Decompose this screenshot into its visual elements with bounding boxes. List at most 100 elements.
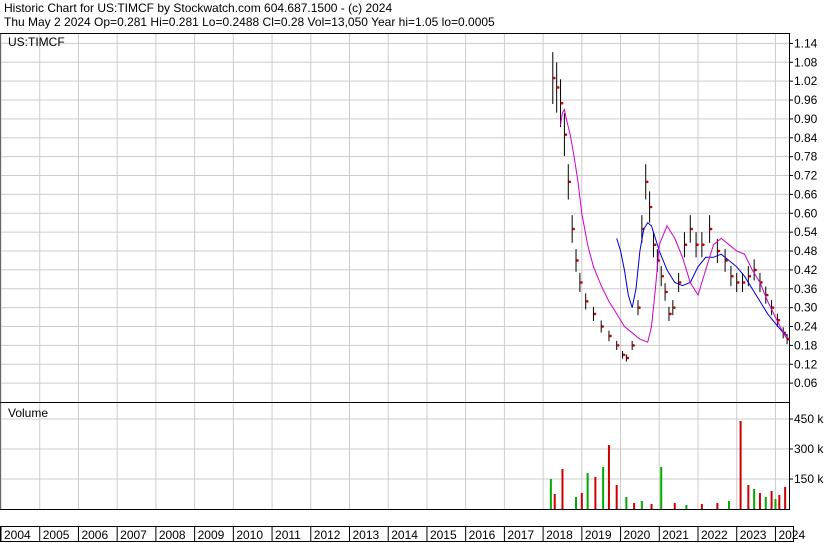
volume-bar — [580, 493, 583, 509]
price-close-dot — [731, 274, 734, 278]
volume-tick-label: 300 k — [794, 442, 824, 456]
volume-bar — [615, 485, 618, 509]
price-close-dot — [771, 306, 775, 309]
price-tick-label: 0.72 — [794, 169, 818, 183]
volume-bar — [561, 469, 564, 509]
price-close-dot — [661, 274, 665, 278]
price-close-dot — [702, 243, 705, 247]
volume-bar — [758, 493, 761, 509]
price-close-dot — [572, 227, 575, 231]
volume-bar — [778, 495, 781, 509]
x-tick-label: 2005 — [43, 528, 70, 542]
price-close-dot — [576, 259, 579, 262]
x-tick-label: 2007 — [120, 528, 147, 542]
price-tick-label: 0.30 — [794, 301, 818, 315]
x-tick-label: 2021 — [662, 528, 689, 542]
price-close-dot — [622, 353, 626, 357]
volume-bar — [700, 504, 703, 509]
price-tick-label: 0.06 — [794, 376, 818, 390]
price-close-dot — [568, 180, 572, 184]
price-close-dot — [669, 312, 672, 316]
volume-bar — [625, 497, 628, 509]
volume-bar — [774, 499, 777, 509]
price-close-dot — [552, 76, 556, 80]
price-close-dot — [638, 306, 641, 309]
x-tick-label: 2023 — [740, 528, 767, 542]
price-close-dot — [709, 227, 713, 231]
x-tick-label: 2022 — [701, 528, 728, 542]
x-tick-label: 2010 — [236, 528, 263, 542]
price-close-dot — [601, 325, 604, 328]
price-tick-label: 0.42 — [794, 263, 818, 277]
price-close-dot — [748, 274, 752, 278]
x-tick-label: 2012 — [314, 528, 341, 542]
price-close-dot — [665, 290, 668, 294]
price-close-dot — [632, 344, 635, 347]
volume-bar — [594, 477, 597, 509]
price-tick-label: 0.24 — [794, 320, 818, 334]
x-tick-label: 2009 — [198, 528, 225, 542]
x-axis-ticks: 2004 2005 2006 2007 2008 2009 2010 2011 2012 2013… — [0, 527, 805, 542]
price-tick-label: 0.90 — [794, 112, 818, 126]
x-tick-label: 2006 — [81, 528, 108, 542]
price-close-dot — [593, 312, 597, 316]
price-close-dot — [742, 281, 746, 284]
x-tick-label: 2020 — [624, 528, 651, 542]
price-close-dot — [684, 243, 688, 247]
price-close-dot — [653, 243, 657, 247]
volume-bar — [727, 501, 730, 509]
price-close-dot — [564, 133, 568, 136]
volume-bar — [660, 467, 663, 509]
price-close-dot — [560, 101, 564, 105]
volume-bar — [586, 473, 589, 509]
volume-bar — [747, 485, 750, 509]
price-close-dot — [609, 334, 612, 338]
price-close-dot — [765, 293, 769, 297]
price-close-dot — [754, 268, 757, 272]
price-close-dot — [585, 300, 589, 303]
x-tick-label: 2014 — [391, 528, 418, 542]
price-close-dot — [777, 318, 781, 322]
volume-bar — [673, 503, 676, 509]
price-tick-label: 1.02 — [794, 74, 818, 88]
chart-canvas: 1.14 1.08 1.02 0.96 0.90 0.84 0.78 0.72 0.66 0.60… — [0, 33, 824, 542]
volume-bar — [770, 491, 773, 509]
price-tick-label: 0.18 — [794, 338, 818, 352]
volume-bar — [553, 494, 556, 509]
volume-bar — [764, 497, 767, 509]
price-y-ticks: 1.14 1.08 1.02 0.96 0.90 0.84 0.78 0.72 0.66 0.60… — [789, 36, 818, 390]
price-tick-label: 0.54 — [794, 225, 818, 239]
price-close-dot — [736, 281, 740, 284]
volume-bar — [633, 503, 636, 509]
price-close-dot — [696, 243, 699, 247]
volume-bar — [753, 489, 756, 509]
x-tick-label: 2011 — [275, 528, 301, 542]
volume-y-ticks: 450 k 300 k 150 k — [789, 412, 824, 486]
price-close-dot — [556, 86, 560, 89]
volume-bar — [602, 467, 605, 509]
price-panel-frame — [0, 33, 790, 403]
price-close-dot — [616, 344, 620, 347]
price-close-dot — [787, 337, 790, 341]
price-close-dot — [626, 356, 630, 360]
x-tick-label: 2018 — [546, 528, 573, 542]
price-close-dot — [690, 227, 694, 231]
volume-bar — [549, 479, 552, 509]
volume-bar — [575, 497, 578, 509]
x-tick-label: 2024 — [778, 528, 805, 542]
volume-bar — [607, 445, 610, 509]
volume-bar — [640, 501, 643, 509]
volume-bar — [739, 421, 742, 509]
price-tick-label: 0.78 — [794, 150, 818, 164]
price-close-dot — [645, 180, 649, 184]
price-tick-label: 0.96 — [794, 93, 818, 107]
price-close-dot — [580, 281, 583, 284]
x-tick-label: 2016 — [469, 528, 496, 542]
x-tick-label: 2019 — [585, 528, 612, 542]
volume-bar — [685, 505, 688, 509]
x-tick-label: 2015 — [430, 528, 457, 542]
price-tick-label: 1.14 — [794, 36, 818, 50]
price-close-dot — [673, 306, 676, 309]
x-tick-label: 2013 — [353, 528, 380, 542]
volume-tick-label: 150 k — [794, 472, 824, 486]
